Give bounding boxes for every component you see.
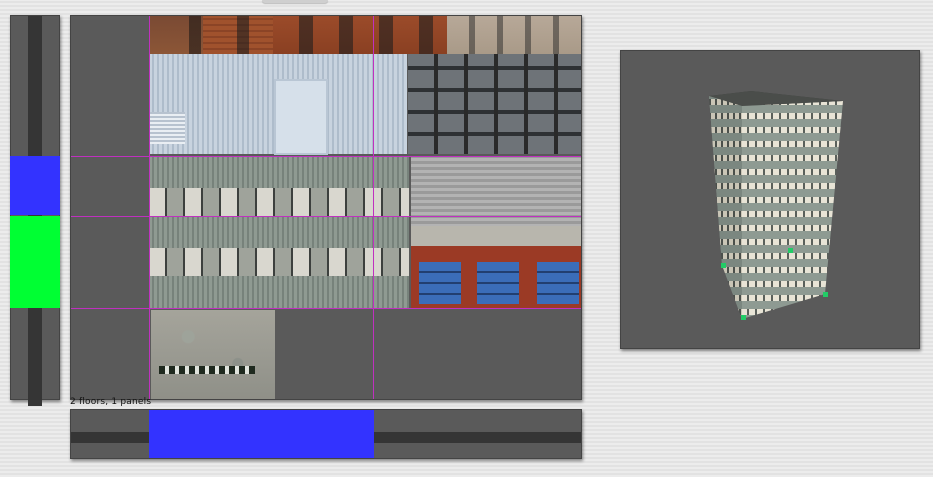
building-front-face (742, 101, 843, 319)
tile-glass-curtain-wall[interactable] (408, 54, 581, 154)
tile-fire-station-doors[interactable] (411, 226, 581, 308)
building-3d-preview[interactable] (620, 50, 920, 349)
guide-line-v2 (373, 16, 374, 399)
horizontal-panel-strip[interactable] (70, 409, 582, 459)
band-2 (149, 216, 409, 248)
vertex-handle-1[interactable] (721, 263, 726, 268)
guide-line-h3 (71, 308, 581, 309)
station-wall-top (411, 226, 581, 246)
rooftop-vents (159, 366, 255, 374)
tile-brick-middle[interactable] (203, 16, 273, 54)
window-row-1 (149, 188, 409, 216)
guide-line-h2 (71, 216, 581, 217)
vertex-handle-2[interactable] (788, 248, 793, 253)
tile-brick-left[interactable] (149, 16, 203, 54)
guide-line-h1 (71, 156, 581, 157)
panel-marker-blue[interactable] (149, 410, 374, 458)
floor-marker-blue[interactable] (10, 156, 60, 215)
building-3d-icon (709, 91, 843, 319)
tile-stone-facade[interactable] (447, 16, 581, 54)
tile-brick-right[interactable] (273, 16, 447, 54)
vertex-handle-4[interactable] (741, 315, 746, 320)
guide-line-v1 (149, 16, 150, 399)
band-3 (149, 276, 409, 308)
vertex-handle-3[interactable] (823, 292, 828, 297)
floor-marker-green[interactable] (10, 216, 60, 308)
station-door-2 (477, 262, 519, 304)
tile-corrugated-shed[interactable] (149, 54, 407, 155)
shed-vent (149, 112, 185, 144)
band-1 (149, 156, 409, 188)
shed-door (274, 79, 328, 155)
building-left-face-fill (709, 96, 742, 319)
vertical-floor-strip[interactable] (10, 15, 60, 406)
tile-rooftop[interactable] (151, 310, 275, 399)
texture-atlas-panel[interactable] (70, 15, 582, 400)
tile-office-window-bands[interactable] (149, 156, 409, 308)
window-top-handle (262, 0, 328, 3)
window-row-2 (149, 248, 409, 276)
station-door-1 (419, 262, 461, 304)
status-label: 2 floors, 1 panels (70, 397, 152, 407)
station-door-3 (537, 262, 579, 304)
